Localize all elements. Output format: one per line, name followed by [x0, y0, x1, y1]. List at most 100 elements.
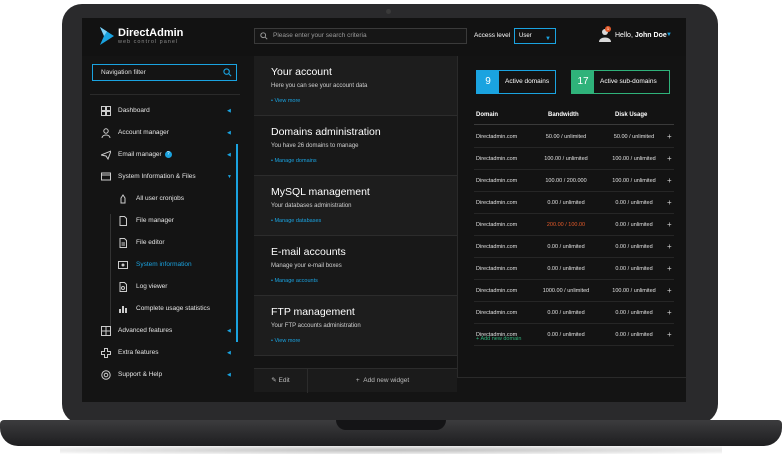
view-more-link[interactable]: • View more [271, 98, 300, 104]
sidebar-item-label: Advanced features [118, 327, 173, 334]
widget-link-label: View more [274, 98, 301, 104]
system-icon [101, 172, 111, 181]
expand-row-plus-icon[interactable]: + [667, 148, 672, 170]
expand-row-plus-icon[interactable]: + [667, 192, 672, 214]
sidebar-item-extra-features[interactable]: Extra features ◀ [82, 344, 242, 362]
bandwidth-cell: 0.00 / unlimited [547, 332, 585, 338]
domain-cell[interactable]: Directadmin.com [476, 280, 517, 302]
notification-badge[interactable]: 1 [605, 26, 611, 32]
sidebar-item-account-manager[interactable]: Account manager ◀ [82, 124, 242, 142]
navigation-filter-placeholder: Navigation filter [101, 69, 146, 76]
bandwidth-cell: 100.00 / unlimited [544, 156, 588, 162]
expand-row-plus-icon[interactable]: + [667, 302, 672, 324]
bandwidth-cell: 0.00 / unlimited [547, 266, 585, 272]
view-more-link[interactable]: • View more [271, 338, 300, 344]
navigation-filter-input[interactable]: Navigation filter [92, 64, 237, 81]
domain-cell[interactable]: Directadmin.com [476, 170, 517, 192]
active-subdomains-stat[interactable]: 17 Active sub-domains [571, 70, 670, 94]
table-row: Directadmin.com 0.00 / unlimited 0.00 / un… [474, 236, 674, 258]
bandwidth-cell: 0.00 / unlimited [547, 310, 585, 316]
directadmin-logo-icon[interactable] [100, 27, 114, 45]
sidebar-subitem-log-viewer[interactable]: Log viewer [82, 278, 242, 296]
help-icon[interactable]: ? [164, 151, 172, 158]
domain-cell[interactable]: Directadmin.com [476, 192, 517, 214]
domain-cell[interactable]: Directadmin.com [476, 126, 517, 148]
expand-row-plus-icon[interactable]: + [667, 126, 672, 148]
table-row: Directadmin.com 100.00 / unlimited 100.00 … [474, 148, 674, 170]
sidebar-divider [90, 94, 240, 95]
active-domains-label: Active domains [505, 78, 550, 85]
expand-row-plus-icon[interactable]: + [667, 280, 672, 302]
active-domains-count: 9 [477, 71, 499, 93]
brand-name[interactable]: DirectAdmin [118, 27, 183, 39]
chevron-left-icon: ◀ [227, 372, 231, 378]
laptop-shadow [60, 446, 722, 454]
widget-title: E-mail accounts [271, 246, 346, 258]
widget-mysql-management: MySQL management Your databases administ… [254, 176, 457, 236]
sidebar-subitem-file-manager[interactable]: File manager [82, 212, 242, 230]
active-subdomains-label: Active sub-domains [600, 78, 657, 85]
sidebar-item-label: File manager [136, 217, 174, 224]
file-icon [119, 216, 127, 226]
user-greeting[interactable]: Hello, John Doe [615, 32, 667, 39]
widget-subtitle: You have 26 domains to manage [271, 143, 359, 149]
bandwidth-cell: 50.00 / unlimited [545, 134, 587, 140]
stats-icon [119, 306, 127, 313]
search-icon [223, 68, 232, 77]
domain-cell[interactable]: Directadmin.com [476, 302, 517, 324]
column-header-disk-usage[interactable]: Disk Usage [615, 112, 647, 118]
manage-accounts-link[interactable]: • Manage accounts [271, 278, 318, 284]
screen: DirectAdmin web control panel Please ent… [82, 18, 686, 402]
sidebar-item-system-information-files[interactable]: System Information & Files ▼ [82, 168, 242, 186]
sidebar-item-email-manager[interactable]: Email manager? ◀ [82, 146, 242, 164]
expand-row-plus-icon[interactable]: + [667, 258, 672, 280]
sidebar-subitem-all-user-cronjobs[interactable]: All user cronjobs [82, 190, 242, 208]
manage-databases-link[interactable]: • Manage databases [271, 218, 321, 224]
column-header-bandwidth[interactable]: Bandwidth [548, 112, 579, 118]
camera [386, 9, 391, 14]
domain-cell[interactable]: Directadmin.com [476, 214, 517, 236]
sidebar-item-advanced-features[interactable]: Advanced features ◀ [82, 322, 242, 340]
active-domains-stat[interactable]: 9 Active domains [476, 70, 556, 94]
widget-subtitle: Your databases administration [271, 203, 352, 209]
search-icon [260, 32, 268, 40]
column-header-domain[interactable]: Domain [476, 112, 498, 118]
chevron-left-icon: ◀ [227, 130, 231, 136]
manage-domains-link[interactable]: • Manage domains [271, 158, 317, 164]
add-widget-label: Add new widget [363, 377, 410, 384]
edit-button[interactable]: ✎ Edit [254, 369, 308, 393]
domain-cell[interactable]: Directadmin.com [476, 324, 517, 346]
expand-row-plus-icon[interactable]: + [667, 236, 672, 258]
sidebar-subitem-file-editor[interactable]: File editor [82, 234, 242, 252]
table-row: Directadmin.com 0.00 / unlimited 0.00 / un… [474, 192, 674, 214]
sidebar-item-dashboard[interactable]: Dashboard ◀ [82, 102, 242, 120]
user-menu-chevron-icon[interactable]: ▼ [666, 32, 672, 38]
disk-usage-cell: 100.00 / unlimited [612, 156, 656, 162]
sidebar-subitem-system-information[interactable]: System information [82, 256, 242, 274]
domain-cell[interactable]: Directadmin.com [476, 258, 517, 280]
add-widget-button[interactable]: + Add new widget [308, 369, 457, 393]
widget-title: MySQL management [271, 186, 370, 198]
disk-usage-cell: 0.00 / unlimited [615, 200, 653, 206]
edit-label: Edit [278, 377, 290, 384]
active-subdomains-count: 17 [572, 71, 594, 93]
access-level-select[interactable]: User ▼ [514, 28, 556, 44]
disk-usage-cell: 0.00 / unlimited [615, 244, 653, 250]
expand-row-plus-icon[interactable]: + [667, 324, 672, 346]
email-manager-label: Email manager [118, 151, 162, 158]
sidebar-subitem-complete-usage-statistics[interactable]: Complete usage statistics [82, 300, 242, 318]
add-new-domain-link[interactable]: + Add new domain [476, 336, 521, 342]
top-bar: DirectAdmin web control panel Please ent… [82, 18, 686, 56]
greeting-text: Hello, [615, 32, 633, 39]
sidebar-item-label: Account manager [118, 129, 169, 136]
domain-cell[interactable]: Directadmin.com [476, 236, 517, 258]
expand-row-plus-icon[interactable]: + [667, 170, 672, 192]
expand-row-plus-icon[interactable]: + [667, 214, 672, 236]
sidebar-item-support-help[interactable]: Support & Help ◀ [82, 366, 242, 384]
search-input[interactable]: Please enter your search criteria [254, 28, 467, 44]
system-info-icon [118, 261, 128, 269]
chevron-down-icon: ▼ [545, 36, 551, 42]
chevron-left-icon: ◀ [227, 350, 231, 356]
disk-usage-cell: 50.00 / unlimited [613, 134, 655, 140]
domain-cell[interactable]: Directadmin.com [476, 148, 517, 170]
